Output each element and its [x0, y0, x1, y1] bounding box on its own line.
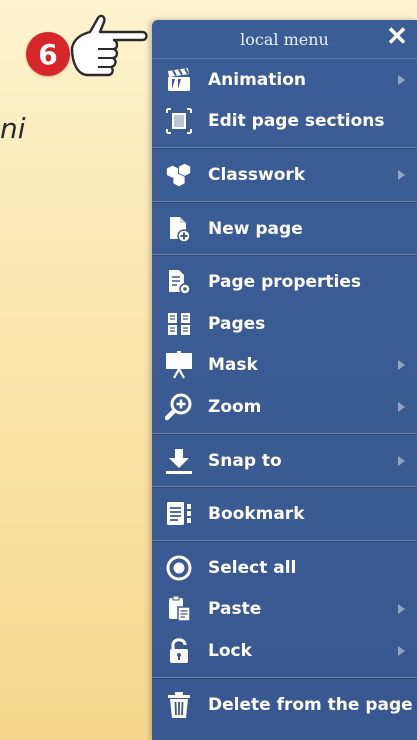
menu-item-label: Animation	[208, 69, 307, 90]
menu-item-delete-from-page[interactable]: Delete from the page	[152, 684, 417, 726]
submenu-arrow-icon	[398, 169, 405, 180]
menu-item-label: Pages	[208, 313, 266, 334]
menu-separator	[152, 249, 417, 261]
menu-item-label: Edit page sections	[208, 111, 385, 132]
menu-header: local menu ✕	[152, 20, 417, 59]
menu-item-label: Snap to	[208, 450, 282, 471]
page-properties-icon	[165, 268, 193, 296]
menu-separator	[152, 196, 417, 208]
classwork-icon	[165, 161, 193, 189]
pages-grid-icon	[165, 310, 193, 338]
menu-title: local menu	[240, 29, 329, 49]
new-page-icon	[165, 215, 193, 243]
menu-separator	[152, 481, 417, 493]
menu-separator	[152, 535, 417, 547]
menu-item-select-all[interactable]: Select all	[152, 547, 417, 589]
menu-separator	[152, 672, 417, 684]
menu-separator	[152, 428, 417, 440]
submenu-arrow-icon	[398, 604, 405, 615]
submenu-arrow-icon	[398, 455, 405, 466]
page-sections-icon	[165, 107, 193, 135]
menu-item-bookmark[interactable]: Bookmark	[152, 493, 417, 535]
select-all-icon	[165, 554, 193, 582]
lock-icon	[165, 637, 193, 665]
menu-item-label: Mask	[208, 355, 258, 376]
menu-item-lock[interactable]: Lock	[152, 630, 417, 672]
step-number-badge: 6	[26, 32, 70, 76]
menu-item-label: Delete from the page	[208, 694, 413, 715]
menu-item-label: Zoom	[208, 396, 262, 417]
submenu-arrow-icon	[398, 360, 405, 371]
menu-item-mask[interactable]: Mask	[152, 345, 417, 387]
menu-item-label: Select all	[208, 557, 297, 578]
menu-item-label: New page	[208, 218, 303, 239]
submenu-arrow-icon	[398, 645, 405, 656]
menu-item-label: Paste	[208, 599, 262, 620]
trash-icon	[165, 691, 193, 719]
menu-item-edit-page-sections[interactable]: Edit page sections	[152, 101, 417, 143]
menu-item-paste[interactable]: Paste	[152, 589, 417, 631]
menu-item-page-properties[interactable]: Page properties	[152, 261, 417, 303]
menu-item-animation[interactable]: Animation	[152, 59, 417, 101]
menu-item-label: Bookmark	[208, 504, 305, 525]
paste-icon	[165, 595, 193, 623]
background-page-text: ni	[0, 112, 26, 145]
menu-item-zoom[interactable]: Zoom	[152, 386, 417, 428]
menu-separator	[152, 142, 417, 154]
menu-item-label: Lock	[208, 640, 252, 661]
menu-item-pages[interactable]: Pages	[152, 303, 417, 345]
zoom-icon	[165, 393, 193, 421]
submenu-arrow-icon	[398, 401, 405, 412]
bookmark-icon	[165, 500, 193, 528]
menu-item-new-page[interactable]: New page	[152, 208, 417, 250]
close-icon[interactable]: ✕	[385, 22, 409, 52]
menu-item-snap-to[interactable]: Snap to	[152, 440, 417, 482]
menu-item-classwork[interactable]: Classwork	[152, 154, 417, 196]
mask-icon	[165, 351, 193, 379]
submenu-arrow-icon	[398, 74, 405, 85]
menu-item-label: Classwork	[208, 164, 306, 185]
clapperboard-icon	[165, 66, 193, 94]
pointing-hand-icon	[70, 14, 148, 77]
local-menu: local menu ✕ Animation Edit page section…	[152, 20, 417, 740]
snap-download-icon	[165, 447, 193, 475]
menu-item-label: Page properties	[208, 272, 362, 293]
callout-pointer: 6	[10, 6, 150, 86]
